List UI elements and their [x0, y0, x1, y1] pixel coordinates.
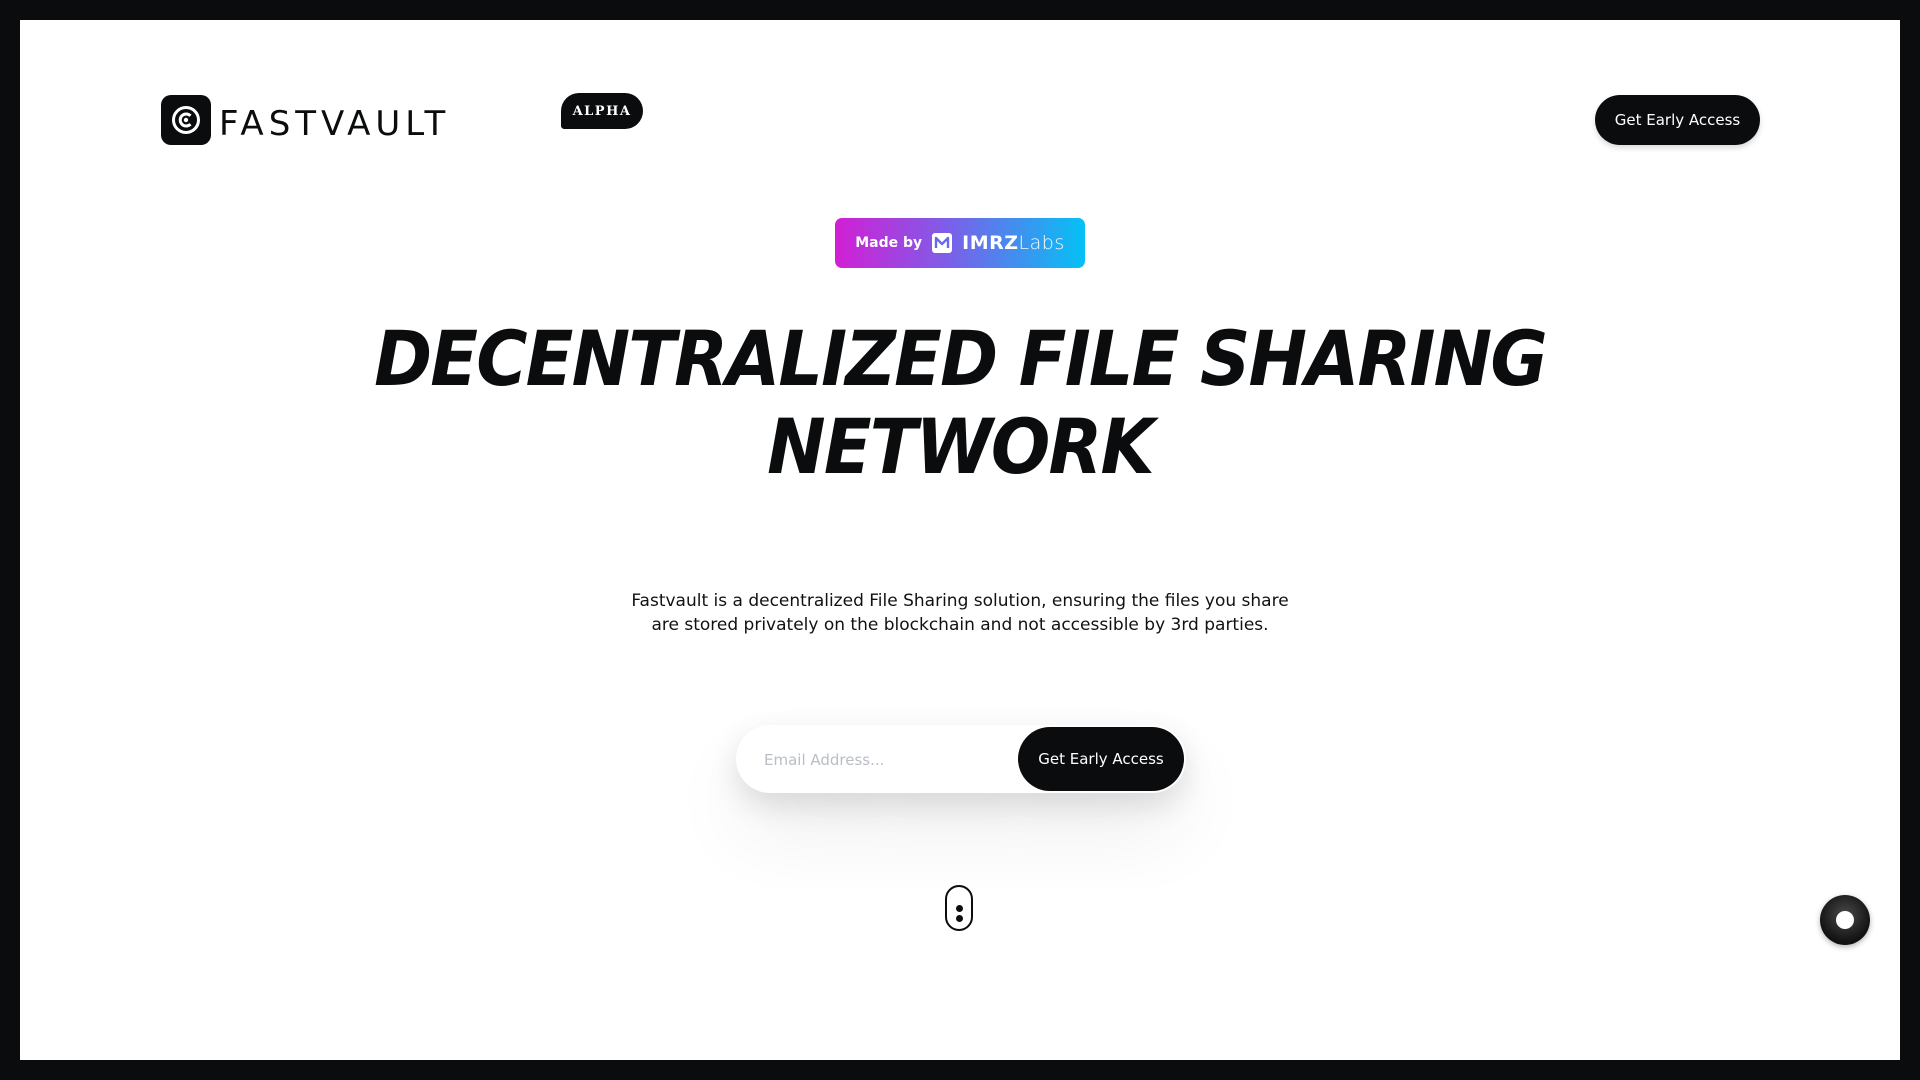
made-by-badge[interactable]: Made by IMRZLabs: [835, 218, 1085, 268]
imrz-logo-icon: [932, 233, 953, 253]
scroll-dot-2: [955, 915, 963, 922]
imrz-brand-name: IMRZLabs: [962, 232, 1065, 254]
scroll-dot-1: [955, 905, 963, 912]
toggle-circle-icon[interactable]: [1820, 895, 1870, 945]
signup-get-early-access-button[interactable]: Get Early Access: [1018, 727, 1184, 791]
logo-wordmark: FASTVAULT: [219, 104, 451, 144]
hero-description-line-1: Fastvault is a decentralized File Sharin…: [631, 591, 1289, 611]
vault-logo-icon: [161, 95, 211, 145]
email-signup-form: Get Early Access: [736, 725, 1186, 793]
page-frame: FASTVAULT ALPHA Get Early Access Made by…: [20, 20, 1900, 1060]
hero-description-line-2: are stored privately on the blockchain a…: [651, 615, 1269, 635]
scroll-mouse-icon[interactable]: [945, 885, 973, 931]
hero-headline: Decentralized File Sharing Network: [95, 315, 1825, 491]
alpha-badge: ALPHA: [561, 93, 643, 129]
hero-headline-line-1: Decentralized File Sharing: [374, 314, 1548, 403]
header-get-early-access-button[interactable]: Get Early Access: [1595, 95, 1760, 145]
hero-headline-line-2: Network: [767, 402, 1155, 491]
hero-description: Fastvault is a decentralized File Sharin…: [20, 589, 1900, 637]
imrz-brand-bold: IMRZ: [962, 232, 1019, 254]
made-by-label: Made by: [855, 235, 923, 251]
toggle-circle-inner: [1836, 911, 1854, 929]
imrz-brand-light: Labs: [1018, 232, 1065, 254]
email-input[interactable]: [762, 745, 1016, 775]
site-logo[interactable]: FASTVAULT ALPHA: [161, 93, 643, 147]
